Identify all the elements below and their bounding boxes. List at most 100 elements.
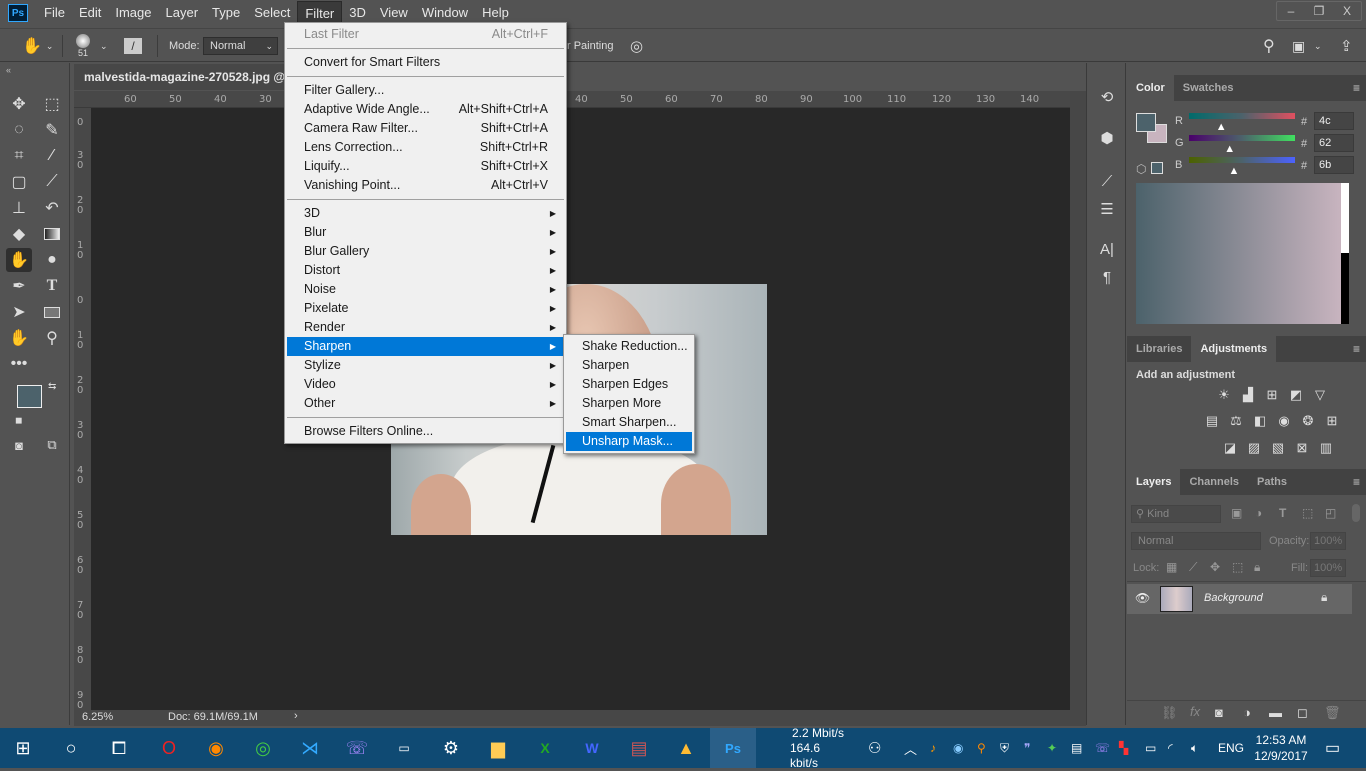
battery-icon[interactable]: ▭ <box>1145 728 1156 768</box>
minimize-button[interactable]: – <box>1277 2 1305 20</box>
language-indicator[interactable]: ENG <box>1218 728 1244 768</box>
idm-tray-icon[interactable]: ✦ <box>1047 728 1057 768</box>
menu-layer[interactable]: Layer <box>159 1 206 25</box>
brush-panel-toggle-icon[interactable]: / <box>124 38 142 54</box>
tab-layers[interactable]: Layers <box>1127 469 1181 495</box>
filter-menu-item-liquify[interactable]: Liquify... Shift+Ctrl+X <box>287 157 564 176</box>
black-white-icon[interactable]: ◧ <box>1251 413 1269 429</box>
sharpen-submenu-item-sharpen-edges[interactable]: Sharpen Edges <box>566 375 692 394</box>
lock-pixels-icon[interactable]: ⟋ <box>1189 560 1197 575</box>
web-safe-swatch[interactable] <box>1151 162 1163 174</box>
mode-select[interactable]: Normal ⌄ <box>203 37 278 55</box>
crop-tool-icon[interactable]: ⌗ <box>6 144 32 168</box>
clock[interactable]: 12:53 AM 12/9/2017 <box>1254 728 1308 768</box>
word-icon[interactable]: W <box>569 728 615 768</box>
menu-image[interactable]: Image <box>108 1 158 25</box>
adjustment-layer-icon[interactable]: ◑ <box>1243 705 1251 720</box>
history-brush-tool-icon[interactable]: ↶ <box>39 196 65 220</box>
hue-saturation-icon[interactable]: ▤ <box>1203 413 1221 429</box>
black-swatch[interactable] <box>1341 253 1349 324</box>
layer-row[interactable]: 👁︎ Background 🔒︎ <box>1127 584 1352 614</box>
filter-menu-item-filter-gallery[interactable]: Filter Gallery... <box>287 81 564 100</box>
zoom-tool-icon[interactable]: ⚲ <box>39 326 65 350</box>
menu-file[interactable]: File <box>37 1 72 25</box>
clone-stamp-tool-icon[interactable]: ⊥ <box>6 196 32 220</box>
foreground-color-swatch[interactable] <box>17 385 42 408</box>
visibility-eye-icon[interactable]: 👁︎ <box>1135 591 1150 605</box>
slider-thumb-r[interactable]: ▲ <box>1216 121 1227 133</box>
tab-swatches[interactable]: Swatches <box>1174 75 1243 101</box>
quick-selection-tool-icon[interactable]: ✎ <box>39 118 65 142</box>
tab-channels[interactable]: Channels <box>1180 469 1248 495</box>
music-tray-icon[interactable]: ♪ <box>930 728 936 768</box>
screen-mode-icon[interactable]: ⧉ <box>39 433 65 457</box>
slider-r[interactable] <box>1189 113 1295 119</box>
mixer-brush-tool-icon[interactable]: ✋ <box>6 248 32 272</box>
file-explorer-icon[interactable]: ▆ <box>475 728 521 768</box>
filter-menu-item-adaptive-wide-angle[interactable]: Adaptive Wide Angle... Alt+Shift+Ctrl+A <box>287 100 564 119</box>
volume-icon[interactable]: 🔈︎ <box>1191 728 1198 768</box>
posterize-icon[interactable]: ▨ <box>1245 440 1263 456</box>
brush-presets-icon[interactable]: ⟋ <box>1093 169 1121 193</box>
filter-pixel-icon[interactable]: ▣ <box>1231 506 1242 520</box>
firefox-icon[interactable]: ◉ <box>193 728 239 768</box>
winrar-icon[interactable]: ▤ <box>616 728 662 768</box>
quote-tray-icon[interactable]: ❞ <box>1024 728 1030 768</box>
layer-name[interactable]: Background <box>1204 592 1263 604</box>
filter-menu-item-noise[interactable]: Noise ▶ <box>287 280 564 299</box>
eyedropper-tool-icon[interactable]: ⁄ <box>39 144 65 168</box>
dodge-tool-icon[interactable]: ● <box>39 248 65 272</box>
qbittorrent-tray-icon[interactable]: ◉ <box>953 728 963 768</box>
marquee-tool-icon[interactable]: ⬚ <box>39 92 65 116</box>
vertical-scrollbar[interactable] <box>1070 91 1086 726</box>
collapse-icon[interactable]: « <box>6 65 11 75</box>
filter-menu-item-3d[interactable]: 3D ▶ <box>287 204 564 223</box>
channel-mixer-icon[interactable]: ❂ <box>1299 413 1317 429</box>
color-foreground-swatch[interactable] <box>1136 113 1156 132</box>
new-group-icon[interactable]: ▬ <box>1269 705 1282 720</box>
history-panel-icon[interactable]: ⟲ <box>1093 85 1121 109</box>
gradient-tool-icon[interactable] <box>39 222 65 246</box>
lock-position-icon[interactable]: ✥ <box>1210 560 1220 574</box>
filter-menu-item-other[interactable]: Other ▶ <box>287 394 564 413</box>
threshold-icon[interactable]: ▧ <box>1269 440 1287 456</box>
action-center-icon[interactable]: ▭ <box>1325 728 1340 768</box>
filter-menu-item-blur[interactable]: Blur ▶ <box>287 223 564 242</box>
filter-menu-item-sharpen[interactable]: Sharpen ▶ <box>287 337 564 356</box>
slider-g[interactable] <box>1189 135 1295 141</box>
filter-menu-item-camera-raw-filter[interactable]: Camera Raw Filter... Shift+Ctrl+A <box>287 119 564 138</box>
filter-shape-icon[interactable]: ⬚ <box>1302 506 1313 520</box>
panel-menu-icon[interactable]: ≡ <box>1353 81 1360 95</box>
filter-adjustment-icon[interactable]: ◑ <box>1255 506 1262 520</box>
character-panel-icon[interactable]: A| <box>1093 237 1121 261</box>
levels-icon[interactable]: ▟ <box>1239 387 1257 403</box>
fill-input[interactable]: 100% <box>1310 559 1346 577</box>
show-hidden-icons[interactable]: ︿ <box>904 728 917 768</box>
lock-all-icon[interactable]: 🔒︎ <box>1254 560 1260 575</box>
photoshop-taskbar-icon[interactable]: Ps <box>710 728 756 768</box>
tab-paths[interactable]: Paths <box>1248 469 1296 495</box>
filter-smart-object-icon[interactable]: ◰ <box>1325 506 1336 520</box>
sharpen-submenu-item-unsharp-mask[interactable]: Unsharp Mask... <box>566 432 692 451</box>
viber-tray-icon[interactable]: ☏ <box>1095 728 1110 768</box>
filter-menu-item-blur-gallery[interactable]: Blur Gallery ▶ <box>287 242 564 261</box>
sharpen-submenu-item-shake-reduction[interactable]: Shake Reduction... <box>566 337 692 356</box>
layer-filter-select[interactable]: ⚲ Kind <box>1131 505 1221 523</box>
healing-brush-tool-icon[interactable]: ▢ <box>6 170 32 194</box>
trash-icon[interactable]: 🗑︎ <box>1324 705 1341 721</box>
filter-type-icon[interactable]: T <box>1279 506 1286 520</box>
eraser-tool-icon[interactable]: ◆ <box>6 222 32 246</box>
chrome-icon[interactable]: ◎ <box>240 728 286 768</box>
link-layers-icon[interactable]: ⛓ <box>1161 705 1178 721</box>
vscode-icon[interactable]: ⋊ <box>287 728 333 768</box>
workspace-icon[interactable]: ▣ <box>1292 29 1305 63</box>
pen-tool-icon[interactable]: ✒ <box>6 274 32 298</box>
slider-thumb-g[interactable]: ▲ <box>1224 143 1235 155</box>
filter-menu-item-video[interactable]: Video ▶ <box>287 375 564 394</box>
settings-icon[interactable]: ⚙ <box>428 728 474 768</box>
tab-color[interactable]: Color <box>1127 75 1174 101</box>
search-icon[interactable]: ⚲ <box>1263 29 1275 63</box>
tab-libraries[interactable]: Libraries <box>1127 336 1191 362</box>
brush-settings-icon[interactable]: ☰ <box>1093 197 1121 221</box>
blend-mode-select[interactable]: Normal <box>1131 532 1261 550</box>
